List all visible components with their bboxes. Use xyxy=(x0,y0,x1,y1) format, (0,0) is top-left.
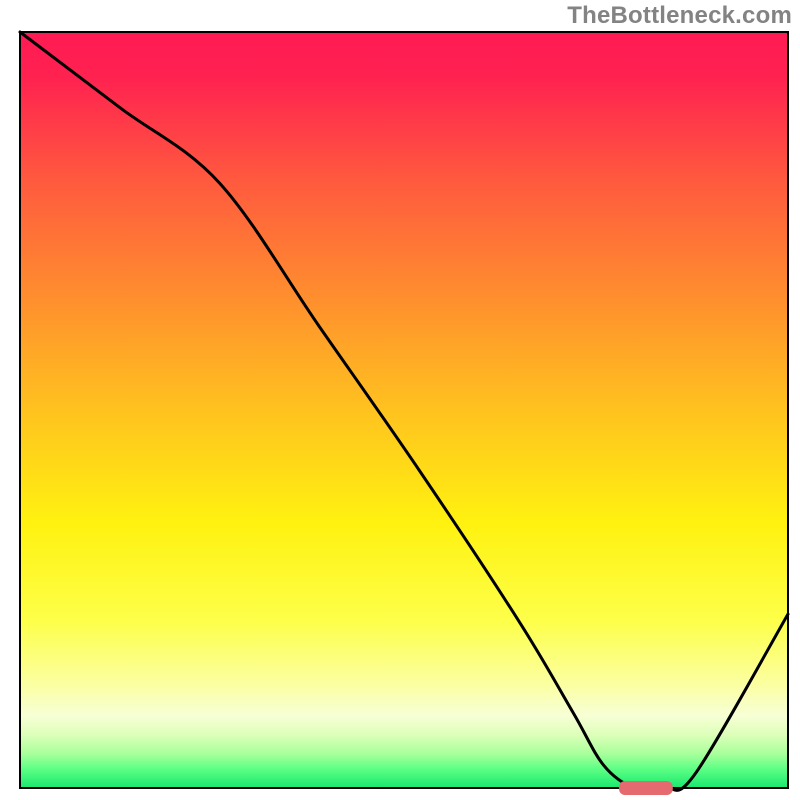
bottleneck-chart xyxy=(0,0,800,800)
chart-container: TheBottleneck.com xyxy=(0,0,800,800)
optimal-marker xyxy=(619,781,673,795)
plot-background xyxy=(20,32,788,788)
plot-area xyxy=(20,32,788,795)
watermark-text: TheBottleneck.com xyxy=(567,2,792,30)
